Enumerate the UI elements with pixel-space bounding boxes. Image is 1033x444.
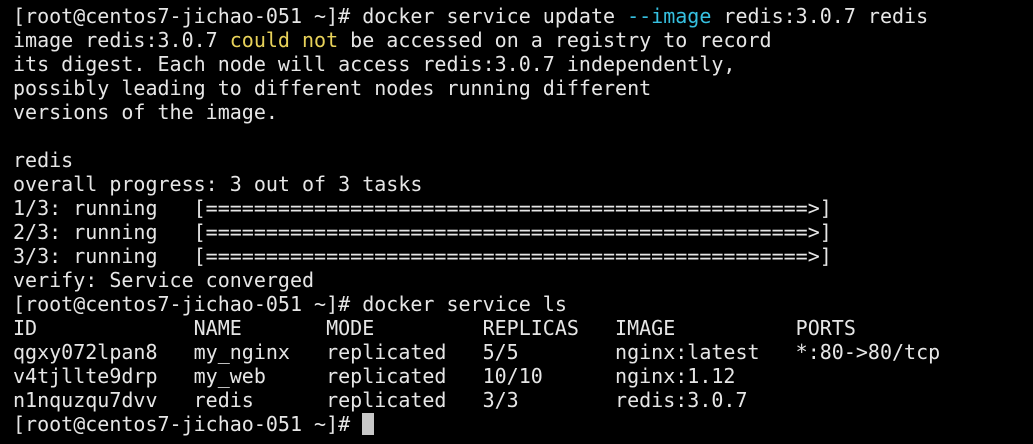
terminal-line: possibly leading to different nodes runn… [13, 76, 1033, 100]
command-flag: --image [627, 4, 712, 28]
terminal-line: its digest. Each node will access redis:… [13, 52, 1033, 76]
terminal-line: [root@centos7-jichao-051 ~]# docker serv… [13, 4, 1033, 28]
line-text: 2/3: running [==========================… [13, 220, 832, 244]
terminal-line: v4tjllte9drp my_web replicated 10/10 ngi… [13, 364, 1033, 388]
line-text: [root@centos7-jichao-051 ~]# [13, 412, 363, 436]
line-text: redis:3.0.7 redis [711, 4, 929, 28]
terminal-line: qgxy072lpan8 my_nginx replicated 5/5 ngi… [13, 340, 1033, 364]
line-text: be accessed on a registry to record [338, 28, 772, 52]
line-text: 1/3: running [==========================… [13, 196, 832, 220]
line-text: 3/3: running [==========================… [13, 244, 832, 268]
line-text: image redis:3.0.7 [13, 28, 230, 52]
terminal-line: verify: Service converged [13, 268, 1033, 292]
terminal-window[interactable]: [root@centos7-jichao-051 ~]# docker serv… [0, 0, 1033, 444]
line-text: possibly leading to different nodes runn… [13, 76, 652, 100]
line-text: its digest. Each node will access redis:… [13, 52, 736, 76]
terminal-line: [root@centos7-jichao-051 ~]# [13, 412, 1033, 436]
line-text: [root@centos7-jichao-051 ~]# docker serv… [13, 4, 628, 28]
terminal-line: 1/3: running [==========================… [13, 196, 1033, 220]
terminal-line: 2/3: running [==========================… [13, 220, 1033, 244]
line-text: qgxy072lpan8 my_nginx replicated 5/5 ngi… [13, 340, 941, 364]
line-text: overall progress: 3 out of 3 tasks [13, 172, 423, 196]
line-text: n1nquzqu7dvv redis replicated 3/3 redis:… [13, 388, 748, 412]
terminal-line: versions of the image. [13, 100, 1033, 124]
line-text: redis [13, 148, 74, 172]
terminal-line: ID NAME MODE REPLICAS IMAGE PORTS [13, 316, 1033, 340]
line-text: ID NAME MODE REPLICAS IMAGE PORTS [13, 316, 856, 340]
line-text: versions of the image. [13, 100, 278, 124]
line-text: v4tjllte9drp my_web replicated 10/10 ngi… [13, 364, 736, 388]
terminal-line: 3/3: running [==========================… [13, 244, 1033, 268]
line-text: [root@centos7-jichao-051 ~]# docker serv… [13, 292, 567, 316]
line-text: verify: Service converged [13, 268, 315, 292]
highlighted-text: could not [229, 28, 339, 52]
terminal-line: overall progress: 3 out of 3 tasks [13, 172, 1033, 196]
terminal-line: [root@centos7-jichao-051 ~]# docker serv… [13, 292, 1033, 316]
text-cursor [362, 413, 375, 435]
terminal-line: n1nquzqu7dvv redis replicated 3/3 redis:… [13, 388, 1033, 412]
terminal-line: redis [13, 148, 1033, 172]
terminal-line: image redis:3.0.7 could not be accessed … [13, 28, 1033, 52]
